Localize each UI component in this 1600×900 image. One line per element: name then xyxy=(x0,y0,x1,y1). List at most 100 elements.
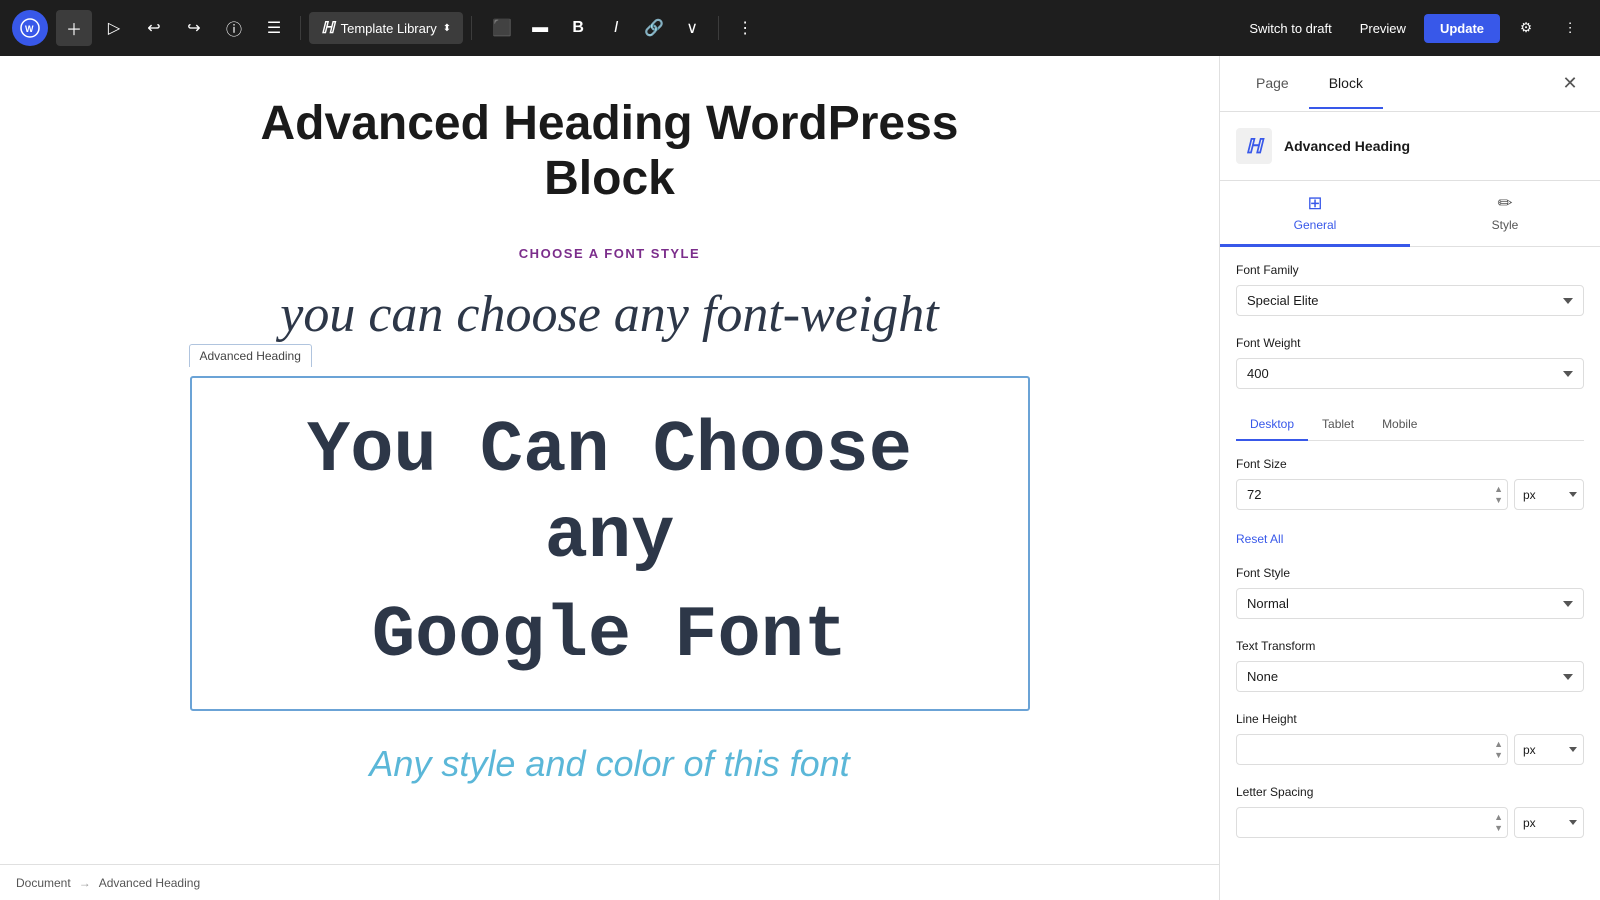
any-style-text: Any style and color of this font xyxy=(369,743,849,785)
template-library-button[interactable]: ℍ Template Library ⬍ xyxy=(309,12,463,44)
bold-button[interactable]: B xyxy=(560,10,596,46)
google-font-text[interactable]: You Can Choose any Google Font xyxy=(232,408,988,679)
font-style-label: Font Style xyxy=(1236,566,1584,580)
line-height-input-group: ▲ ▼ px em rem xyxy=(1236,734,1584,765)
breadcrumb-document[interactable]: Document xyxy=(16,876,71,890)
font-family-select[interactable]: Special Elite Arial Georgia Helvetica Ro… xyxy=(1236,285,1584,316)
breadcrumb-separator: → xyxy=(79,876,91,890)
block-identity-name: Advanced Heading xyxy=(1284,138,1410,154)
block-content[interactable]: You Can Choose any Google Font xyxy=(190,376,1030,711)
align-left-button[interactable]: ⬛ xyxy=(484,10,520,46)
text-transform-select[interactable]: None Uppercase Lowercase Capitalize xyxy=(1236,661,1584,692)
font-size-group: Font Size ▲ ▼ px em rem vh vw xyxy=(1236,457,1584,510)
tab-page[interactable]: Page xyxy=(1236,59,1309,109)
advanced-heading-icon: ℍ xyxy=(1246,134,1263,159)
more-format-button[interactable]: ∨ xyxy=(674,10,710,46)
text-transform-group: Text Transform None Uppercase Lowercase … xyxy=(1236,639,1584,692)
line-height-label: Line Height xyxy=(1236,712,1584,726)
list-view-button[interactable]: ☰ xyxy=(256,10,292,46)
redo-button[interactable]: ↪ xyxy=(176,10,212,46)
divider-1 xyxy=(300,16,301,40)
breadcrumb-current[interactable]: Advanced Heading xyxy=(99,876,200,890)
line-height-unit-select[interactable]: px em rem xyxy=(1514,734,1584,765)
font-style-select[interactable]: Normal Italic Oblique xyxy=(1236,588,1584,619)
google-font-line1: You Can Choose any xyxy=(232,408,988,581)
italic-button[interactable]: I xyxy=(598,10,634,46)
font-style-label: CHOOSE A FONT STYLE xyxy=(519,246,700,261)
device-tab-mobile[interactable]: Mobile xyxy=(1368,409,1431,441)
preview-button[interactable]: Preview xyxy=(1350,15,1416,42)
more-options-button[interactable]: ⋮ xyxy=(727,10,763,46)
font-family-label: Font Family xyxy=(1236,263,1584,277)
sub-tab-style[interactable]: ✏ Style xyxy=(1410,181,1600,247)
font-size-input-wrap: ▲ ▼ xyxy=(1236,479,1508,510)
canvas-area: Advanced Heading WordPress Block CHOOSE … xyxy=(0,56,1219,900)
tab-block[interactable]: Block xyxy=(1309,59,1383,109)
letter-spacing-input[interactable] xyxy=(1236,807,1508,838)
align-center-button[interactable]: ▬ xyxy=(522,10,558,46)
wp-logo-button[interactable]: W xyxy=(12,10,48,46)
switch-draft-button[interactable]: Switch to draft xyxy=(1239,15,1341,42)
toolbar: W ＋ ▷ ↩ ↪ ⓘ ☰ ℍ Template Library ⬍ ⬛ ▬ B… xyxy=(0,0,1600,56)
line-height-input[interactable] xyxy=(1236,734,1508,765)
general-icon: ⊞ xyxy=(1307,193,1322,214)
font-size-increment[interactable]: ▲ xyxy=(1493,484,1504,495)
block-tools-button[interactable]: ▷ xyxy=(96,10,132,46)
font-style-group: Font Style Normal Italic Oblique xyxy=(1236,566,1584,619)
panel-header: Page Block ✕ xyxy=(1220,56,1600,112)
link-button[interactable]: 🔗 xyxy=(636,10,672,46)
sub-tab-general-label: General xyxy=(1294,218,1337,232)
line-height-arrows: ▲ ▼ xyxy=(1493,739,1504,761)
sub-tab-style-label: Style xyxy=(1492,218,1519,232)
letter-spacing-increment[interactable]: ▲ xyxy=(1493,812,1504,823)
info-button[interactable]: ⓘ xyxy=(216,10,252,46)
letter-spacing-unit-select[interactable]: px em rem xyxy=(1514,807,1584,838)
device-tab-tablet[interactable]: Tablet xyxy=(1308,409,1368,441)
divider-3 xyxy=(718,16,719,40)
font-size-label: Font Size xyxy=(1236,457,1584,471)
main-layout: Advanced Heading WordPress Block CHOOSE … xyxy=(0,56,1600,900)
sub-tab-general[interactable]: ⊞ General xyxy=(1220,181,1410,247)
right-panel: Page Block ✕ ℍ Advanced Heading ⊞ Genera… xyxy=(1219,56,1600,900)
page-heading: Advanced Heading WordPress Block xyxy=(190,96,1030,206)
template-library-icon: ℍ xyxy=(321,18,335,38)
letter-spacing-input-group: ▲ ▼ px em rem xyxy=(1236,807,1584,838)
font-weight-label: Font Weight xyxy=(1236,336,1584,350)
google-font-line2: Google Font xyxy=(232,593,988,679)
line-height-decrement[interactable]: ▼ xyxy=(1493,750,1504,761)
device-tabs: Desktop Tablet Mobile xyxy=(1236,409,1584,441)
font-weight-select[interactable]: 100 200 300 400 500 600 700 800 900 xyxy=(1236,358,1584,389)
font-size-input[interactable] xyxy=(1236,479,1508,510)
block-identity-icon: ℍ xyxy=(1236,128,1272,164)
font-size-decrement[interactable]: ▼ xyxy=(1493,495,1504,506)
letter-spacing-decrement[interactable]: ▼ xyxy=(1493,823,1504,834)
breadcrumb: Document → Advanced Heading xyxy=(0,864,1219,900)
more-button[interactable]: ⋮ xyxy=(1552,10,1588,46)
svg-text:W: W xyxy=(25,24,34,34)
reset-all-link[interactable]: Reset All xyxy=(1236,532,1283,546)
add-block-button[interactable]: ＋ xyxy=(56,10,92,46)
block-wrapper[interactable]: Advanced Heading You Can Choose any Goog… xyxy=(190,376,1030,711)
letter-spacing-label: Letter Spacing xyxy=(1236,785,1584,799)
block-label: Advanced Heading xyxy=(189,344,312,367)
block-identity: ℍ Advanced Heading xyxy=(1220,112,1600,181)
line-height-increment[interactable]: ▲ xyxy=(1493,739,1504,750)
font-weight-group: Font Weight 100 200 300 400 500 600 700 … xyxy=(1236,336,1584,389)
settings-button[interactable]: ⚙ xyxy=(1508,10,1544,46)
undo-button[interactable]: ↩ xyxy=(136,10,172,46)
letter-spacing-group: Letter Spacing ▲ ▼ px em rem xyxy=(1236,785,1584,838)
update-button[interactable]: Update xyxy=(1424,14,1500,43)
style-icon: ✏ xyxy=(1497,193,1512,214)
format-group: ⬛ ▬ B I 🔗 ∨ xyxy=(484,10,710,46)
toolbar-right: Switch to draft Preview Update ⚙ ⋮ xyxy=(1239,10,1588,46)
font-size-arrows: ▲ ▼ xyxy=(1493,484,1504,506)
letter-spacing-arrows: ▲ ▼ xyxy=(1493,812,1504,834)
font-weight-demo: you can choose any font-weight xyxy=(280,285,939,344)
line-height-input-wrap: ▲ ▼ xyxy=(1236,734,1508,765)
panel-content: Font Family Special Elite Arial Georgia … xyxy=(1220,247,1600,900)
font-size-input-group: ▲ ▼ px em rem vh vw % xyxy=(1236,479,1584,510)
device-tab-desktop[interactable]: Desktop xyxy=(1236,409,1308,441)
panel-close-button[interactable]: ✕ xyxy=(1556,70,1584,98)
line-height-group: Line Height ▲ ▼ px em rem xyxy=(1236,712,1584,765)
font-size-unit-select[interactable]: px em rem vh vw % xyxy=(1514,479,1584,510)
